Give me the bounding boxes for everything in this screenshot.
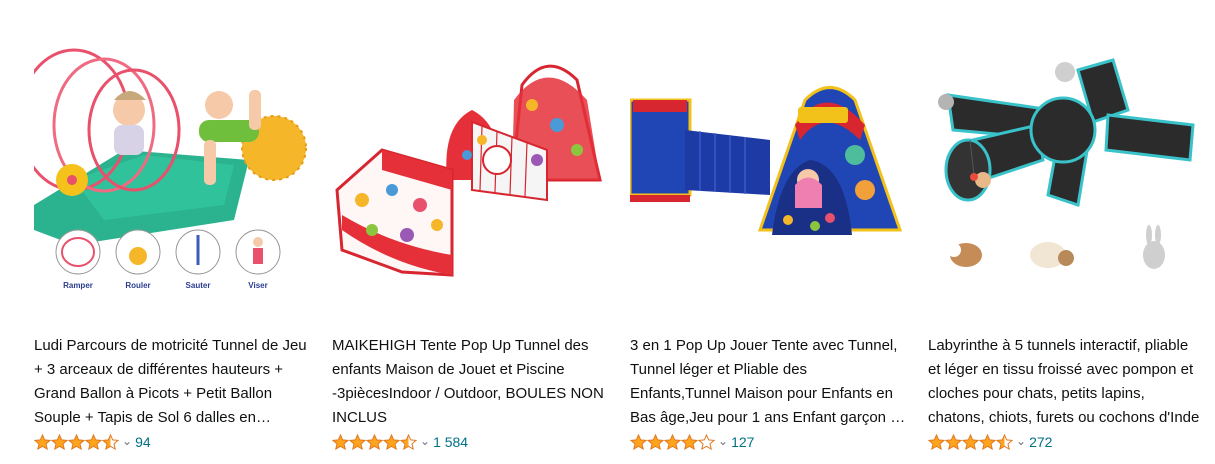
- rating-row[interactable]: ⌄ 94: [34, 431, 151, 453]
- rating-row[interactable]: ⌄ 127: [630, 431, 754, 453]
- star-icon: [34, 434, 51, 450]
- star-icon: [928, 434, 945, 450]
- chevron-down-icon[interactable]: ⌄: [1016, 434, 1026, 448]
- star-icon: [85, 434, 102, 450]
- star-rating[interactable]: [928, 434, 1013, 450]
- star-icon: [383, 434, 400, 450]
- product-card[interactable]: Labyrinthe à 5 tunnels interactif, pliab…: [928, 0, 1214, 464]
- review-count-link[interactable]: 94: [135, 434, 151, 450]
- star-icon: [349, 434, 366, 450]
- product-card[interactable]: 3 en 1 Pop Up Jouer Tente avec Tunnel, T…: [630, 0, 916, 464]
- product-title[interactable]: 3 en 1 Pop Up Jouer Tente avec Tunnel, T…: [630, 334, 906, 430]
- star-icon: [332, 434, 349, 450]
- star-icon: [647, 434, 664, 450]
- star-rating[interactable]: [332, 434, 417, 450]
- star-icon: [945, 434, 962, 450]
- star-icon: [996, 434, 1013, 450]
- star-icon: [979, 434, 996, 450]
- product-image[interactable]: [332, 30, 608, 300]
- rating-row[interactable]: ⌄ 1 584: [332, 431, 468, 453]
- star-icon: [698, 434, 715, 450]
- image-label-sauter: Sauter: [186, 281, 211, 290]
- star-icon: [51, 434, 68, 450]
- star-rating[interactable]: [34, 434, 119, 450]
- product-title[interactable]: Labyrinthe à 5 tunnels interactif, pliab…: [928, 334, 1204, 430]
- image-label-ramper: Ramper: [63, 281, 93, 290]
- chevron-down-icon[interactable]: ⌄: [718, 434, 728, 448]
- star-rating[interactable]: [630, 434, 715, 450]
- star-icon: [664, 434, 681, 450]
- product-card[interactable]: MAIKEHIGH Tente Pop Up Tunnel des enfant…: [332, 0, 618, 464]
- product-card[interactable]: Ramper Rouler Sauter Viser Ludi Parcours…: [34, 0, 320, 464]
- image-label-viser: Viser: [248, 281, 267, 290]
- product-carousel: Ramper Rouler Sauter Viser Ludi Parcours…: [0, 0, 1215, 464]
- review-count-link[interactable]: 272: [1029, 434, 1052, 450]
- star-icon: [102, 434, 119, 450]
- star-icon: [962, 434, 979, 450]
- product-image[interactable]: Ramper Rouler Sauter Viser: [34, 30, 310, 300]
- product-title[interactable]: Ludi Parcours de motricité Tunnel de Jeu…: [34, 334, 310, 430]
- chevron-down-icon[interactable]: ⌄: [122, 434, 132, 448]
- product-title[interactable]: MAIKEHIGH Tente Pop Up Tunnel des enfant…: [332, 334, 608, 430]
- chevron-down-icon[interactable]: ⌄: [420, 434, 430, 448]
- star-icon: [366, 434, 383, 450]
- star-icon: [681, 434, 698, 450]
- product-image[interactable]: [630, 30, 906, 300]
- review-count-link[interactable]: 1 584: [433, 434, 468, 450]
- star-icon: [400, 434, 417, 450]
- rating-row[interactable]: ⌄ 272: [928, 431, 1052, 453]
- image-label-rouler: Rouler: [125, 281, 150, 290]
- star-icon: [68, 434, 85, 450]
- star-icon: [630, 434, 647, 450]
- review-count-link[interactable]: 127: [731, 434, 754, 450]
- product-image[interactable]: [928, 30, 1204, 300]
